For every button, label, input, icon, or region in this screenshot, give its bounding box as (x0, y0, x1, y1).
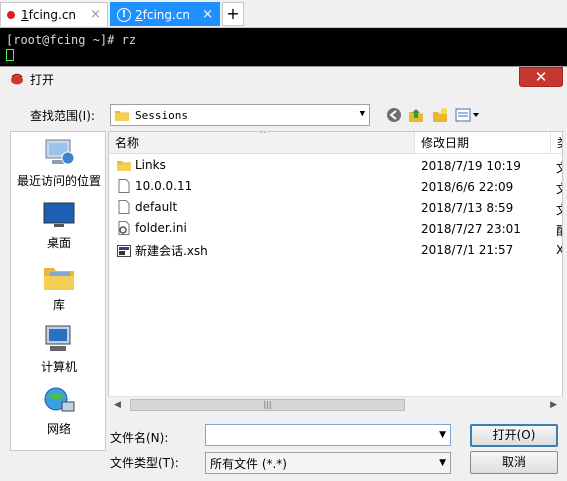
desktop-icon (43, 202, 75, 227)
file-name: default (135, 200, 178, 214)
file-row[interactable]: folder.ini 2018/7/27 23:01 配 (109, 219, 562, 240)
back-arrow-icon (387, 108, 401, 122)
place-label: 桌面 (46, 236, 71, 250)
column-header-type[interactable]: 类 (551, 132, 562, 154)
scroll-left-icon[interactable]: ◀ (114, 400, 121, 410)
file-type: 文 (556, 180, 562, 197)
place-label: 最近访问的位置 (16, 174, 101, 188)
tab-bar: 1 fcing.cn × ! 2 fcing.cn × + (0, 0, 567, 28)
file-type: 文 (556, 201, 562, 218)
open-file-dialog: 打开 ✕ 查找范围(I): Sessions ▼ 最近访问的位置 桌面 库 计算… (0, 66, 567, 481)
column-header-date[interactable]: 修改日期 (415, 132, 551, 154)
place-desktop[interactable]: 桌面 (11, 200, 107, 251)
column-type-label: 类 (557, 134, 562, 151)
tab-session-1[interactable]: 1 fcing.cn × (0, 2, 108, 26)
place-network[interactable]: 网络 (11, 386, 107, 437)
column-name-label: 名称 (115, 136, 140, 150)
sort-ascending-icon: ^ (259, 131, 267, 140)
file-list: ^ 名称 修改日期 类 Links 2018/7/19 10:19 文 (108, 131, 563, 413)
libraries-icon (44, 268, 74, 290)
look-in-label: 查找范围(I): (30, 109, 95, 123)
settings-file-icon (118, 221, 130, 235)
file-type: 文 (556, 159, 562, 176)
file-row[interactable]: Links 2018/7/19 10:19 文 (109, 156, 562, 177)
file-date: 2018/7/19 10:19 (421, 159, 521, 173)
chevron-down-icon[interactable]: ▼ (439, 430, 446, 440)
chevron-down-icon: ▼ (439, 458, 446, 468)
place-computer[interactable]: 计算机 (11, 324, 107, 375)
up-folder-icon (409, 109, 423, 122)
terminal-area[interactable]: [root@fcing ~]# rz (0, 29, 567, 69)
file-row[interactable]: 新建会话.xsh 2018/7/1 21:57 X (109, 240, 562, 261)
look-in-value: Sessions (135, 108, 188, 122)
network-icon (44, 387, 75, 412)
dialog-title: 打开 (30, 72, 55, 87)
dialog-titlebar[interactable]: 打开 (0, 67, 567, 91)
status-dot-icon (7, 10, 15, 19)
tab-label: fcing.cn (142, 7, 191, 22)
back-button[interactable] (384, 105, 404, 125)
filename-input[interactable]: ▼ (205, 424, 451, 446)
place-label: 网络 (46, 422, 71, 436)
file-date: 2018/7/27 23:01 (421, 222, 521, 236)
tab-number: 1 (21, 7, 29, 22)
folder-icon (117, 161, 131, 171)
file-icon (118, 179, 130, 193)
chevron-down-icon: ▼ (359, 109, 365, 119)
xshell-app-icon (11, 73, 23, 85)
terminal-prompt: [root@fcing ~]# rz (6, 33, 137, 47)
place-label: 计算机 (40, 360, 77, 374)
tab-close-icon[interactable]: × (90, 7, 101, 22)
filetype-value: 所有文件 (*.*) (210, 456, 287, 471)
new-tab-button[interactable]: + (222, 2, 244, 26)
place-libraries[interactable]: 库 (11, 262, 107, 313)
filename-label: 文件名(N): (110, 431, 169, 445)
terminal-cursor (6, 49, 14, 61)
filetype-dropdown[interactable]: 所有文件 (*.*) ▼ (205, 452, 451, 474)
computer-icon (45, 325, 71, 351)
close-button[interactable]: ✕ (519, 67, 563, 87)
tab-number: 2 (135, 7, 143, 22)
file-date: 2018/7/1 21:57 (421, 243, 514, 257)
places-bar: 最近访问的位置 桌面 库 计算机 网络 (10, 131, 106, 451)
file-row[interactable]: default 2018/7/13 8:59 文 (109, 198, 562, 219)
scrollbar-thumb[interactable]: ||| (130, 399, 405, 411)
scroll-right-icon[interactable]: ▶ (550, 400, 557, 410)
file-type: X (556, 243, 562, 257)
file-type: 配 (556, 222, 562, 239)
new-folder-icon (433, 108, 447, 122)
place-label: 库 (52, 298, 65, 312)
new-folder-button[interactable] (430, 105, 450, 125)
view-menu-button[interactable] (454, 105, 482, 125)
folder-icon (115, 111, 129, 121)
tab-label: fcing.cn (28, 7, 77, 22)
file-name: Links (135, 158, 166, 172)
alert-icon: ! (117, 7, 131, 22)
horizontal-scrollbar[interactable]: ◀ ||| ▶ (108, 396, 563, 413)
tab-close-icon[interactable]: × (202, 7, 213, 22)
xsh-file-icon (117, 244, 131, 257)
open-button[interactable]: 打开(O) (470, 424, 558, 447)
file-date: 2018/6/6 22:09 (421, 180, 514, 194)
place-recent[interactable]: 最近访问的位置 (11, 138, 107, 189)
file-name: 10.0.0.11 (135, 179, 193, 193)
column-date-label: 修改日期 (421, 136, 470, 150)
file-row[interactable]: 10.0.0.11 2018/6/6 22:09 文 (109, 177, 562, 198)
file-date: 2018/7/13 8:59 (421, 201, 514, 215)
filetype-label: 文件类型(T): (110, 456, 179, 470)
tab-session-2[interactable]: ! 2 fcing.cn × (110, 2, 220, 26)
column-header-name[interactable]: ^ 名称 (109, 132, 415, 154)
file-icon (118, 200, 130, 214)
view-options-icon (455, 108, 479, 122)
look-in-dropdown[interactable]: Sessions ▼ (110, 104, 370, 126)
recent-places-icon (45, 139, 75, 165)
up-folder-button[interactable] (406, 105, 426, 125)
file-name: 新建会话.xsh (135, 244, 208, 258)
file-name: folder.ini (135, 221, 187, 235)
cancel-button[interactable]: 取消 (470, 451, 558, 474)
